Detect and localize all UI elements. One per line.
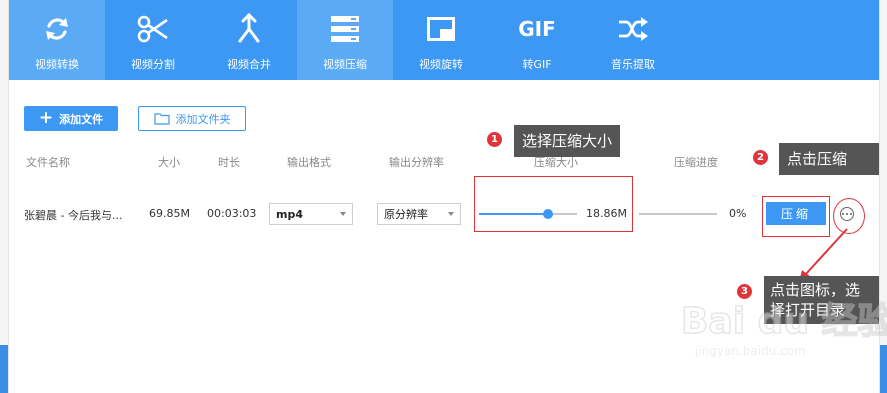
progress-percent: 0% (729, 207, 747, 220)
tool-label: 转GIF (522, 58, 552, 71)
add-folder-button[interactable]: 添加文件夹 (138, 106, 246, 131)
tool-video-split[interactable]: 视频分割 (105, 0, 201, 80)
step-badge-3: 3 (736, 283, 753, 300)
highlight-compress-size (474, 176, 633, 232)
video-converter-window: 视频转换 视频分割 视频合并 视频压缩 视频旋转 GIF 转GIF 音乐提取 +… (9, 0, 887, 393)
tool-audio-extract[interactable]: 音乐提取 (585, 0, 681, 80)
output-resolution-value: 原分辨率 (384, 208, 428, 221)
output-format-select[interactable]: mp4 (269, 203, 353, 225)
tool-video-compress[interactable]: 视频压缩 (297, 0, 393, 80)
folder-icon (153, 113, 170, 125)
tip-text-line1: 点击图标，选 (770, 281, 861, 299)
header-compress-progress: 压缩进度 (674, 156, 718, 169)
tip-text: 点击压缩 (787, 150, 848, 168)
scissors-icon (136, 12, 170, 46)
watermark-url: jingyan.baidu.com (695, 344, 806, 358)
background-window-left (0, 0, 9, 393)
tool-label: 音乐提取 (611, 58, 655, 71)
tool-label: 视频合并 (227, 58, 271, 71)
chevron-down-icon (340, 212, 346, 216)
main-toolbar: 视频转换 视频分割 视频合并 视频压缩 视频旋转 GIF 转GIF 音乐提取 (9, 0, 879, 80)
header-output-resolution: 输出分辨率 (389, 156, 444, 169)
file-name: 张碧晨 - 今后我与... (24, 209, 123, 222)
tool-label: 视频旋转 (419, 58, 463, 71)
tool-label: 视频转换 (35, 58, 79, 71)
gif-icon: GIF (518, 17, 556, 41)
background-window-right (879, 0, 887, 393)
output-resolution-select[interactable]: 原分辨率 (377, 203, 461, 225)
add-file-label: 添加文件 (59, 112, 104, 126)
tip-click-compress: 点击压缩 (779, 143, 879, 175)
tool-to-gif[interactable]: GIF 转GIF (489, 0, 585, 80)
header-file-name: 文件名称 (26, 156, 70, 169)
tool-label: 视频压缩 (323, 58, 367, 71)
tool-label: 视频分割 (131, 58, 175, 71)
header-size: 大小 (158, 156, 180, 169)
tool-video-merge[interactable]: 视频合并 (201, 0, 297, 80)
merge-icon (232, 12, 266, 46)
tip-text-line2: 择打开目录 (770, 301, 846, 319)
step-badge-2: 2 (752, 149, 769, 166)
add-folder-label: 添加文件夹 (175, 112, 231, 126)
compress-icon (328, 12, 362, 46)
plus-icon: + (38, 108, 54, 128)
step-badge-1: 1 (486, 131, 503, 148)
header-duration: 时长 (218, 156, 240, 169)
header-output-format: 输出格式 (287, 156, 331, 169)
tool-video-convert[interactable]: 视频转换 (9, 0, 105, 80)
tip-text: 选择压缩大小 (522, 132, 613, 150)
refresh-icon (40, 12, 74, 46)
file-duration: 00:03:03 (207, 207, 257, 220)
tip-click-icon: 点击图标，选 择打开目录 (764, 276, 879, 324)
tool-video-rotate[interactable]: 视频旋转 (393, 0, 489, 80)
add-file-button[interactable]: + 添加文件 (24, 106, 118, 131)
compress-progress-bar (639, 213, 717, 215)
rotate-icon (424, 12, 458, 46)
shuffle-icon (616, 12, 650, 46)
tip-select-size: 选择压缩大小 (514, 125, 621, 157)
output-format-value: mp4 (276, 207, 303, 221)
chevron-down-icon (448, 212, 454, 216)
file-size: 69.85M (149, 207, 190, 220)
